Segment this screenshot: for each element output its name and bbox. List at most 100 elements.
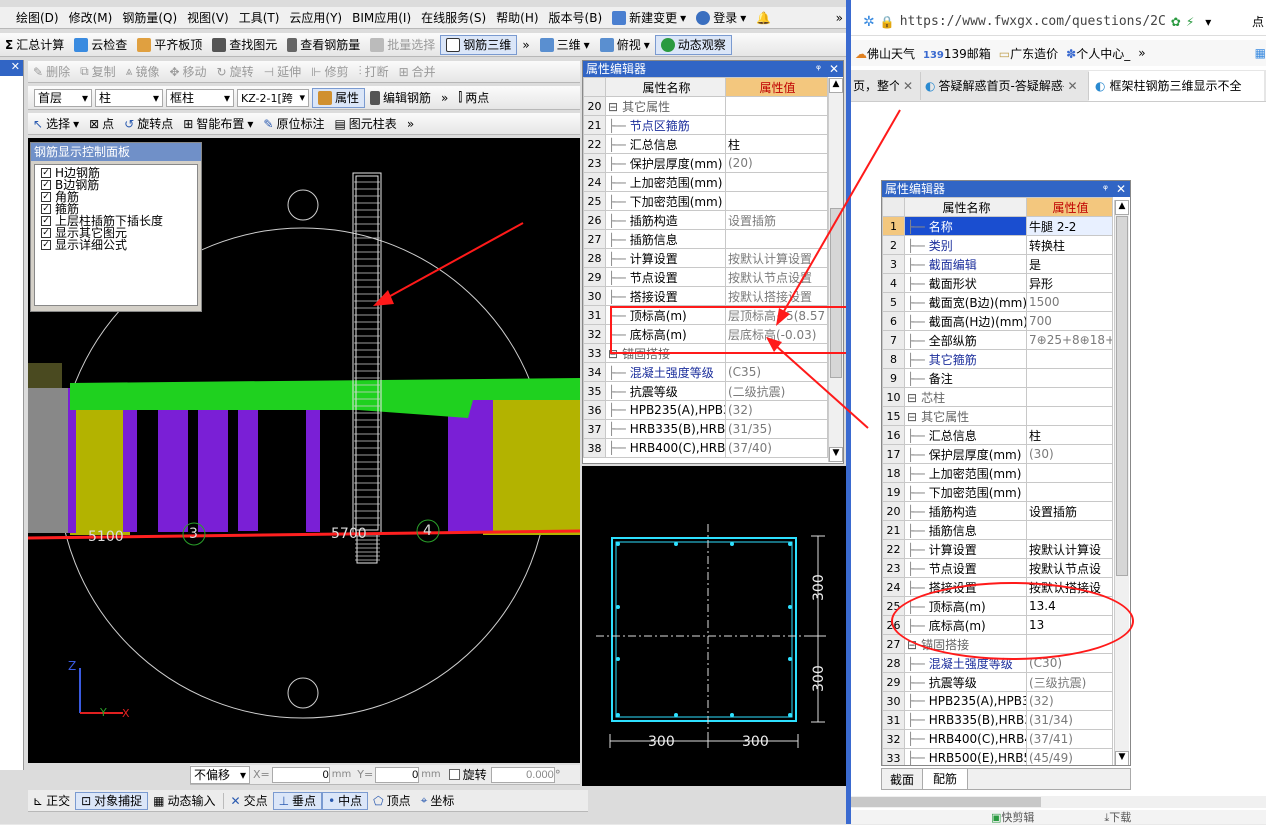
property-value[interactable]: 700: [1026, 311, 1113, 331]
copy-button[interactable]: ⧉ 复制: [75, 61, 121, 82]
coordinate-snap[interactable]: ⌖ 坐标: [416, 790, 460, 811]
property-row[interactable]: 35 ├── 抗震等级 (二级抗震): [583, 381, 828, 401]
new-change-button[interactable]: 新建变更 ▾: [607, 7, 691, 28]
property-row[interactable]: 32 ├── HRB400(C),HRB4 (37/41): [882, 729, 1113, 749]
property-value[interactable]: (31/34): [1026, 710, 1113, 730]
property-value[interactable]: (32): [725, 400, 828, 420]
property-row[interactable]: 20 ⊟ 其它属性: [583, 96, 828, 116]
checkbox-checked-icon[interactable]: ✓: [41, 228, 51, 238]
property-row[interactable]: 19 ├── 下加密范围(mm): [882, 482, 1113, 502]
property-value[interactable]: [1026, 406, 1113, 426]
property-row[interactable]: 3 ├── 截面编辑是: [882, 254, 1113, 274]
element-select[interactable]: KZ-2-1[跨 ▾: [237, 88, 309, 107]
property-value[interactable]: [1026, 482, 1113, 502]
bookmark-weather[interactable]: ☁佛山天气: [855, 45, 915, 62]
checkbox-checked-icon[interactable]: ✓: [41, 240, 51, 250]
close-icon[interactable]: ✕: [1116, 182, 1126, 196]
extend-button[interactable]: ⊣ 延伸: [259, 61, 306, 82]
property-value[interactable]: 7⊕25+8⊕18+1: [1026, 330, 1113, 350]
property-row[interactable]: 37 ├── HRB335(B),HRB3 (31/35): [583, 419, 828, 439]
delete-button[interactable]: ✎ 删除: [28, 61, 75, 82]
url-text[interactable]: https://www.fwxgx.com/questions/2C: [900, 14, 1166, 29]
property-value[interactable]: (20): [725, 153, 828, 173]
menu-tools[interactable]: 工具(T): [234, 7, 285, 28]
scroll-up-icon[interactable]: ▲: [1115, 200, 1129, 215]
tab-1[interactable]: 页，整个 ✕: [851, 71, 921, 100]
property-value[interactable]: (45/49): [1026, 748, 1113, 765]
lightning-icon[interactable]: ⚡: [1186, 15, 1194, 29]
menu-help[interactable]: 帮助(H): [491, 7, 543, 28]
menu-bim[interactable]: BIM应用(I): [347, 7, 416, 28]
trim-button[interactable]: ⊩ 修剪: [306, 61, 353, 82]
tab-close-icon[interactable]: ✕: [1067, 79, 1077, 93]
property-value[interactable]: [725, 191, 828, 211]
batch-select-button[interactable]: 批量选择: [365, 33, 440, 56]
property-row[interactable]: 18 ├── 上加密范围(mm): [882, 463, 1113, 483]
perpendicular-snap[interactable]: ⊥ 垂点: [272, 791, 323, 810]
dynamic-input-toggle[interactable]: ▦ 动态输入: [148, 790, 220, 811]
scroll-down-icon[interactable]: ▼: [829, 447, 843, 462]
rebar-3d-button[interactable]: 钢筋三维: [440, 34, 518, 55]
property-value[interactable]: 设置插筋: [1026, 501, 1113, 521]
property-value[interactable]: (30): [1026, 444, 1113, 464]
property-value[interactable]: 柱: [1026, 425, 1113, 445]
checkbox-checked-icon[interactable]: ✓: [41, 192, 51, 202]
property-row[interactable]: 24 ├── 上加密范围(mm): [583, 172, 828, 192]
property-row[interactable]: 31 ├── HRB335(B),HRB3 (31/34): [882, 710, 1113, 730]
download-button[interactable]: ⤓下载: [1104, 809, 1131, 825]
bookmark-profile[interactable]: ✽个人中心_: [1066, 45, 1130, 62]
menu-draw[interactable]: 绘图(D): [0, 7, 64, 28]
bell-icon[interactable]: 🔔: [751, 7, 776, 28]
property-value[interactable]: 异形: [1026, 273, 1113, 293]
property-row[interactable]: 7├──全部纵筋7⊕25+8⊕18+1: [882, 330, 1113, 350]
scrollbar-left[interactable]: ▲ ▼: [828, 78, 843, 462]
sum-calc-button[interactable]: Σ 汇总计算: [0, 33, 69, 56]
tab-2[interactable]: ◐ 答疑解惑首页-答疑解惑- ✕: [921, 71, 1089, 100]
type-select[interactable]: 框柱 ▾: [166, 88, 234, 107]
property-value[interactable]: 柱: [725, 134, 828, 154]
property-row[interactable]: 36 ├── HPB235(A),HPB3 (32): [583, 400, 828, 420]
property-value[interactable]: [1026, 349, 1113, 369]
property-row[interactable]: 29 ├── 抗震等级 (三级抗震): [882, 672, 1113, 692]
edit-rebar-button[interactable]: 编辑钢筋: [365, 86, 436, 109]
midpoint-snap[interactable]: • 中点: [322, 791, 369, 810]
property-value[interactable]: (三级抗震): [1026, 672, 1113, 692]
rotate-point-button[interactable]: ↺ 旋转点: [119, 113, 178, 134]
property-row[interactable]: 27 ├── 插筋信息: [583, 229, 828, 249]
tab-rebar[interactable]: 配筋: [922, 769, 969, 789]
property-value[interactable]: (二级抗震): [725, 381, 828, 401]
ortho-toggle[interactable]: ⊾ 正交: [28, 790, 75, 811]
property-value[interactable]: 1500: [1026, 292, 1113, 312]
point-button[interactable]: ⊠ 点: [84, 113, 119, 134]
bookmark-overflow-icon[interactable]: »: [1138, 46, 1145, 60]
property-value[interactable]: (32): [1026, 691, 1113, 711]
smart-layout-button[interactable]: ⊞ 智能布置 ▾: [178, 113, 258, 134]
property-value[interactable]: 按默认节点设置: [725, 267, 828, 287]
property-value[interactable]: 牛腿 2-2: [1026, 216, 1113, 236]
column-table-button[interactable]: ▤ 图元柱表: [329, 113, 401, 134]
x-input[interactable]: [271, 766, 330, 783]
property-row[interactable]: 17 ├── 保护层厚度(mm) (30): [882, 444, 1113, 464]
property-value[interactable]: (37/41): [1026, 729, 1113, 749]
property-value[interactable]: 是: [1026, 254, 1113, 274]
property-row[interactable]: 26 ├── 插筋构造 设置插筋: [583, 210, 828, 230]
address-dropdown-icon[interactable]: ▾: [1205, 15, 1211, 29]
property-value[interactable]: 按默认计算设: [1026, 539, 1113, 559]
in-place-label-button[interactable]: ✎ 原位标注: [258, 113, 329, 134]
property-row[interactable]: 23 ├── 节点设置 按默认节点设: [882, 558, 1113, 578]
find-element-button[interactable]: 查找图元: [207, 33, 282, 56]
scroll-thumb-right[interactable]: [1116, 216, 1128, 576]
bookmark-139mail[interactable]: 139139邮箱: [923, 45, 991, 62]
checkbox-checked-icon[interactable]: ✓: [41, 204, 51, 214]
property-row[interactable]: 8 ├── 其它箍筋: [882, 349, 1113, 369]
view-rebar-qty-button[interactable]: 查看钢筋量: [282, 33, 365, 56]
property-row[interactable]: 22 ├── 汇总信息柱: [583, 134, 828, 154]
scroll-up-icon[interactable]: ▲: [829, 78, 843, 93]
vertex-snap[interactable]: ⬠ 顶点: [368, 790, 415, 811]
property-value[interactable]: [725, 229, 828, 249]
scrollbar-right[interactable]: ▲ ▼: [1114, 200, 1129, 765]
clip-button[interactable]: ▣快剪辑: [991, 809, 1034, 825]
property-value[interactable]: [1026, 520, 1113, 540]
align-slab-top-button[interactable]: 平齐板顶: [132, 33, 207, 56]
object-snap-toggle[interactable]: ⊡ 对象捕捉: [75, 791, 149, 810]
